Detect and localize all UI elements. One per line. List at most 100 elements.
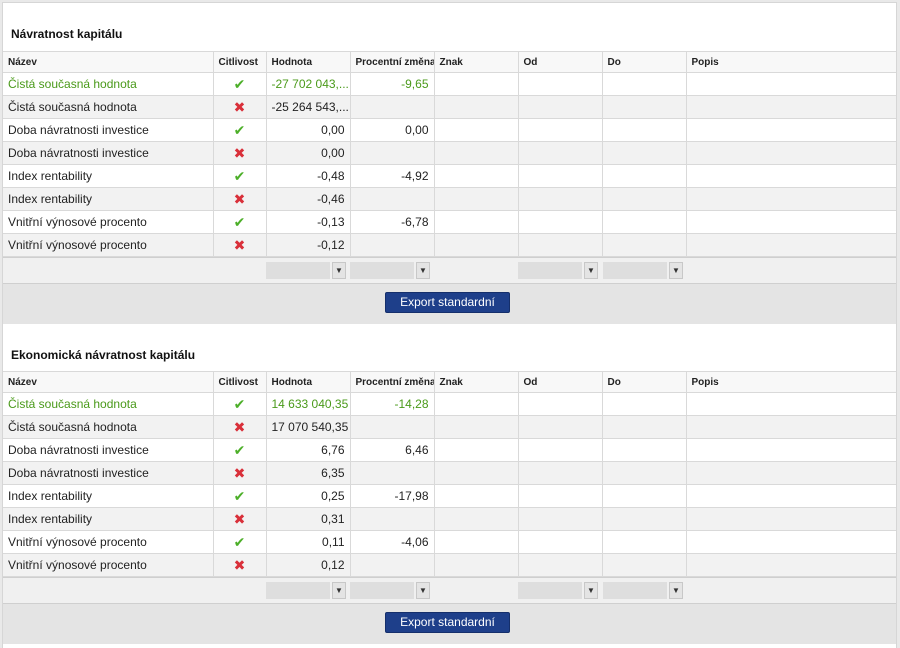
cross-icon: ✖	[233, 190, 246, 207]
cell-od	[518, 530, 603, 554]
check-icon: ✔	[233, 533, 246, 550]
col-popis[interactable]: Popis	[686, 51, 896, 73]
cell-citlivost: ✖	[213, 233, 267, 257]
cell-popis	[686, 233, 896, 257]
cell-hodnota: 0,31	[266, 507, 351, 531]
filter-row: ▼ ▼ ▼ ▼	[3, 577, 896, 603]
cell-hodnota: 0,00	[266, 118, 351, 142]
col-hodnota[interactable]: Hodnota	[266, 371, 351, 393]
cell-nazev: Vnitřní výnosové procento	[3, 210, 214, 234]
table-row[interactable]: Doba návratnosti investice ✖ 0,00	[3, 141, 896, 165]
export-standard-button[interactable]: Export standardní	[385, 612, 510, 633]
cell-popis	[686, 438, 896, 462]
table-row[interactable]: Čistá současná hodnota ✖ 17 070 540,35	[3, 415, 896, 439]
cell-popis	[686, 392, 896, 416]
cell-procentni-zmena: -14,28	[350, 392, 435, 416]
cell-popis	[686, 507, 896, 531]
hodnota-filter-combo[interactable]: ▼	[266, 262, 346, 279]
col-procentni-zmena[interactable]: Procentní změna	[350, 51, 435, 73]
cell-procentni-zmena: 0,00	[350, 118, 435, 142]
cell-znak	[434, 392, 519, 416]
cell-od	[518, 72, 603, 96]
zmena-filter-combo[interactable]: ▼	[350, 262, 430, 279]
table-row[interactable]: Index rentability ✖ 0,31	[3, 507, 896, 531]
cell-znak	[434, 438, 519, 462]
cell-od	[518, 484, 603, 508]
col-znak[interactable]: Znak	[434, 51, 519, 73]
cell-od	[518, 438, 603, 462]
dropdown-arrow-icon[interactable]: ▼	[416, 582, 430, 599]
od-filter-combo[interactable]: ▼	[518, 262, 598, 279]
dropdown-arrow-icon[interactable]: ▼	[416, 262, 430, 279]
hodnota-filter-combo[interactable]: ▼	[266, 582, 346, 599]
dropdown-arrow-icon[interactable]: ▼	[669, 262, 683, 279]
table-row[interactable]: Vnitřní výnosové procento ✖ 0,12	[3, 553, 896, 577]
cell-popis	[686, 72, 896, 96]
col-procentni-zmena[interactable]: Procentní změna	[350, 371, 435, 393]
od-filter-combo[interactable]: ▼	[518, 582, 598, 599]
dropdown-arrow-icon[interactable]: ▼	[332, 582, 346, 599]
col-do[interactable]: Do	[602, 371, 687, 393]
col-citlivost[interactable]: Citlivost	[213, 371, 267, 393]
table-row[interactable]: Čistá současná hodnota ✖ -25 264 543,...	[3, 95, 896, 119]
cell-do	[602, 484, 687, 508]
do-filter-combo[interactable]: ▼	[603, 262, 683, 279]
cell-procentni-zmena	[350, 141, 435, 165]
main-panel: Návratnost kapitálu Název Citlivost Hodn…	[2, 2, 897, 648]
cell-nazev: Čistá současná hodnota	[3, 415, 214, 439]
cell-procentni-zmena	[350, 553, 435, 577]
cell-od	[518, 392, 603, 416]
table-row[interactable]: Čistá současná hodnota ✔ 14 633 040,35 -14,…	[3, 392, 896, 416]
cell-do	[602, 210, 687, 234]
table-row[interactable]: Doba návratnosti investice ✖ 6,35	[3, 461, 896, 485]
check-icon: ✔	[233, 75, 246, 92]
table-header: Název Citlivost Hodnota Procentní změna …	[3, 371, 896, 393]
cell-do	[602, 530, 687, 554]
col-citlivost[interactable]: Citlivost	[213, 51, 267, 73]
dropdown-arrow-icon[interactable]: ▼	[669, 582, 683, 599]
col-popis[interactable]: Popis	[686, 371, 896, 393]
col-hodnota[interactable]: Hodnota	[266, 51, 351, 73]
col-znak[interactable]: Znak	[434, 371, 519, 393]
table-row[interactable]: Čistá současná hodnota ✔ -27 702 043,... -9…	[3, 72, 896, 96]
cell-citlivost: ✔	[213, 530, 267, 554]
dropdown-arrow-icon[interactable]: ▼	[584, 582, 598, 599]
table-row[interactable]: Vnitřní výnosové procento ✖ -0,12	[3, 233, 896, 257]
table-row[interactable]: Doba návratnosti investice ✔ 0,00 0,00	[3, 118, 896, 142]
check-icon: ✔	[233, 213, 246, 230]
cell-citlivost: ✖	[213, 141, 267, 165]
cell-do	[602, 164, 687, 188]
col-nazev[interactable]: Název	[3, 371, 214, 393]
cross-icon: ✖	[233, 510, 246, 527]
cell-procentni-zmena	[350, 95, 435, 119]
cell-citlivost: ✔	[213, 392, 267, 416]
cell-znak	[434, 415, 519, 439]
check-icon: ✔	[233, 441, 246, 458]
col-do[interactable]: Do	[602, 51, 687, 73]
export-standard-button[interactable]: Export standardní	[385, 292, 510, 313]
cross-icon: ✖	[233, 144, 246, 161]
cell-hodnota: 6,76	[266, 438, 351, 462]
cell-procentni-zmena	[350, 415, 435, 439]
col-nazev[interactable]: Název	[3, 51, 214, 73]
table-row[interactable]: Vnitřní výnosové procento ✔ 0,11 -4,06	[3, 530, 896, 554]
table-row[interactable]: Index rentability ✔ 0,25 -17,98	[3, 484, 896, 508]
cell-od	[518, 118, 603, 142]
table-row[interactable]: Vnitřní výnosové procento ✔ -0,13 -6,78	[3, 210, 896, 234]
col-od[interactable]: Od	[518, 51, 603, 73]
dropdown-arrow-icon[interactable]: ▼	[332, 262, 346, 279]
cell-do	[602, 141, 687, 165]
cell-nazev: Vnitřní výnosové procento	[3, 233, 214, 257]
cell-nazev: Index rentability	[3, 164, 214, 188]
cell-popis	[686, 187, 896, 211]
cell-nazev: Vnitřní výnosové procento	[3, 530, 214, 554]
table-row[interactable]: Doba návratnosti investice ✔ 6,76 6,46	[3, 438, 896, 462]
cross-icon: ✖	[233, 98, 246, 115]
zmena-filter-combo[interactable]: ▼	[350, 582, 430, 599]
table-row[interactable]: Index rentability ✔ -0,48 -4,92	[3, 164, 896, 188]
cell-citlivost: ✔	[213, 72, 267, 96]
table-row[interactable]: Index rentability ✖ -0,46	[3, 187, 896, 211]
col-od[interactable]: Od	[518, 371, 603, 393]
dropdown-arrow-icon[interactable]: ▼	[584, 262, 598, 279]
do-filter-combo[interactable]: ▼	[603, 582, 683, 599]
